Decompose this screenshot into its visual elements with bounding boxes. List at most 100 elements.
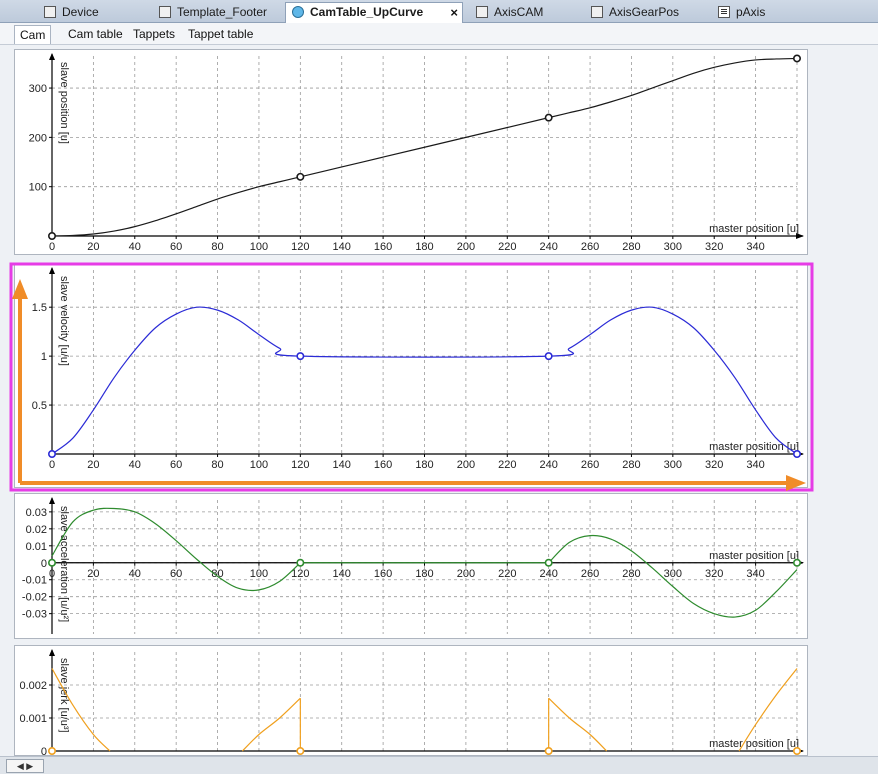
- y-tick-label: -0.03: [22, 609, 47, 621]
- document-tab-bar: Device Template_Footer CamTable_UpCurve …: [0, 0, 878, 23]
- cam-editor-canvas: 0 20 40 60 80 100 120 140 160 180 200 220 240 260 280 3…: [0, 45, 878, 758]
- control-point: [47, 450, 56, 459]
- x-tick-label: 40: [129, 459, 141, 471]
- y-tick-label: 0: [41, 558, 47, 570]
- cam-icon: [292, 6, 304, 18]
- control-point: [47, 558, 56, 567]
- acceleration-chart[interactable]: 0 20 40 60 80 100 120 140 160 180 200 220 240 260 280 3…: [15, 494, 807, 638]
- x-tick-label: 280: [622, 459, 640, 471]
- y-tick-label: 0.5: [32, 400, 47, 412]
- tab-label: Device: [62, 5, 99, 19]
- x-tick-label: 340: [746, 568, 764, 580]
- series-line: [548, 697, 608, 752]
- x-tick-label: 260: [581, 459, 599, 471]
- control-point: [47, 747, 56, 756]
- x-tick-label: 180: [415, 568, 433, 580]
- control-point: [544, 558, 553, 567]
- x-tick-label: 60: [170, 568, 182, 580]
- x-tick-label: 220: [498, 568, 516, 580]
- x-tick-label: 100: [250, 459, 268, 471]
- y-tick-label: 0.002: [19, 680, 47, 692]
- tab-axisgearpos[interactable]: AxisGearPos: [585, 3, 679, 22]
- x-tick-label: 140: [333, 241, 351, 253]
- tab-label: Template_Footer: [177, 5, 268, 19]
- x-tick-label: 160: [374, 241, 392, 253]
- y-axis-arrow: [49, 267, 55, 274]
- x-tick-label: 80: [211, 241, 223, 253]
- pou-icon: [476, 6, 488, 18]
- x-tick-label: 240: [539, 241, 557, 253]
- device-icon: [44, 6, 56, 18]
- x-tick-label: 100: [250, 568, 268, 580]
- position-chart[interactable]: 0 20 40 60 80 100 120 140 160 180 200 220 240 260 280 3…: [15, 50, 807, 254]
- x-tick-label: 200: [457, 241, 475, 253]
- y-tick-label: 100: [29, 182, 47, 194]
- tab-template-footer[interactable]: Template_Footer: [153, 3, 267, 22]
- tab-camtable-upcurve[interactable]: CamTable_UpCurve ×: [285, 2, 463, 23]
- x-tick-label: 280: [622, 568, 640, 580]
- x-tick-label: 20: [87, 241, 99, 253]
- x-tick-label: 0: [49, 568, 55, 580]
- y-axis-arrow: [49, 497, 55, 504]
- x-tick-label: 280: [622, 241, 640, 253]
- y-tick-label: -0.02: [22, 592, 47, 604]
- tab-paxis[interactable]: pAxis: [712, 3, 765, 22]
- x-tick-label: 320: [705, 568, 723, 580]
- x-tick-label: 200: [457, 568, 475, 580]
- x-tick-label: 20: [87, 459, 99, 471]
- subtab-tappets[interactable]: Tappets: [133, 27, 175, 41]
- x-tick-label: 0: [49, 241, 55, 253]
- x-tick-label: 240: [539, 459, 557, 471]
- x-tick-label: 140: [333, 459, 351, 471]
- control-point: [296, 747, 305, 756]
- pou-icon: [159, 6, 171, 18]
- y-axis-label: slave velocity [u/u]: [58, 276, 70, 366]
- x-tick-label: 160: [374, 459, 392, 471]
- x-tick-label: 300: [664, 568, 682, 580]
- x-tick-label: 40: [129, 241, 141, 253]
- y-tick-label: 1: [41, 351, 47, 363]
- x-axis-label: master position [u]: [709, 441, 799, 453]
- subtab-tappet-table[interactable]: Tappet table: [188, 27, 253, 41]
- y-tick-label: 0: [41, 746, 47, 755]
- acceleration-plot-panel[interactable]: 0 20 40 60 80 100 120 140 160 180 200 220 240 260 280 3…: [14, 493, 808, 639]
- close-tab-icon[interactable]: ×: [450, 5, 458, 20]
- y-tick-label: 0.001: [19, 713, 47, 725]
- control-point: [792, 450, 801, 459]
- y-tick-label: 0.03: [26, 507, 47, 519]
- tab-axiscam[interactable]: AxisCAM: [470, 3, 543, 22]
- control-point: [792, 54, 801, 63]
- tab-label: AxisGearPos: [609, 5, 680, 19]
- scroll-buttons[interactable]: ◀ ▶: [6, 759, 44, 773]
- x-tick-label: 60: [170, 459, 182, 471]
- y-tick-label: -0.01: [22, 575, 47, 587]
- subtab-cam-table[interactable]: Cam table: [68, 27, 123, 41]
- y-axis-arrow: [49, 649, 55, 656]
- y-axis-arrow: [49, 53, 55, 60]
- editor-subtab-bar: Cam Cam table Tappets Tappet table: [0, 23, 878, 45]
- x-tick-label: 100: [250, 241, 268, 253]
- jerk-chart[interactable]: 0 0.001 0.002 master position [u] slave jerk…: [15, 646, 807, 758]
- velocity-plot-panel[interactable]: 0 20 40 60 80 100 120 140 160 180 200 220 240 260 280 3…: [14, 263, 808, 488]
- x-tick-label: 340: [746, 459, 764, 471]
- position-plot-panel[interactable]: 0 20 40 60 80 100 120 140 160 180 200 220 240 260 280 3…: [14, 49, 808, 255]
- tab-label: pAxis: [736, 5, 766, 19]
- x-tick-label: 220: [498, 241, 516, 253]
- jerk-plot-panel[interactable]: 0 0.001 0.002 master position [u] slave jerk…: [14, 645, 808, 758]
- x-tick-label: 40: [129, 568, 141, 580]
- subtab-cam[interactable]: Cam: [14, 25, 52, 44]
- x-tick-label: 320: [705, 459, 723, 471]
- control-point: [792, 558, 801, 567]
- x-tick-label: 180: [415, 459, 433, 471]
- velocity-chart[interactable]: 0 20 40 60 80 100 120 140 160 180 200 220 240 260 280 3…: [15, 264, 807, 487]
- x-tick-label: 80: [211, 459, 223, 471]
- y-axis-label: slave acceleration [u/u²]: [58, 506, 70, 622]
- y-axis-label: slave position [u]: [58, 62, 70, 144]
- y-tick-label: 300: [29, 83, 47, 95]
- control-point: [296, 172, 305, 181]
- tab-device[interactable]: Device: [38, 3, 99, 22]
- control-point: [792, 747, 801, 756]
- series-line: [241, 697, 301, 752]
- tab-label: AxisCAM: [494, 5, 544, 19]
- y-tick-label: 200: [29, 132, 47, 144]
